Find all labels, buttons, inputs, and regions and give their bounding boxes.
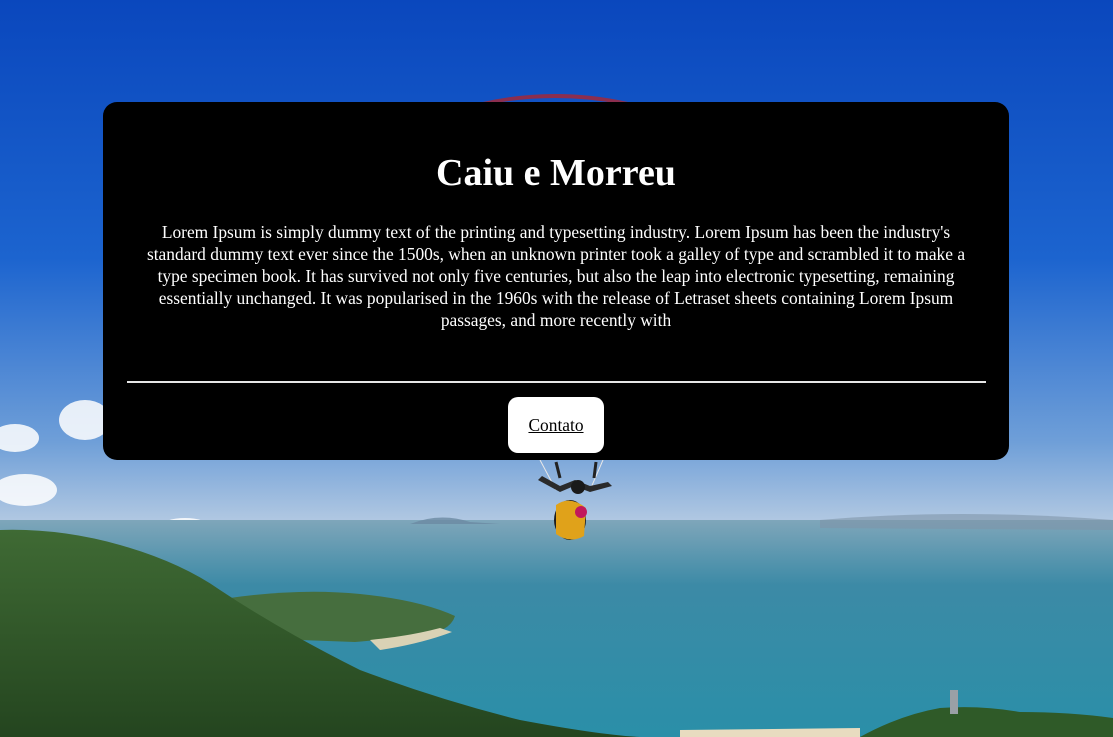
content-card: Caiu e Morreu Lorem Ipsum is simply dumm… — [103, 102, 1009, 460]
tower — [950, 690, 958, 714]
page-title: Caiu e Morreu — [436, 152, 676, 194]
contact-link[interactable]: Contato — [528, 415, 583, 436]
card-divider — [127, 381, 986, 383]
card-description: Lorem Ipsum is simply dummy text of the … — [146, 222, 966, 330]
contact-button[interactable]: Contato — [508, 397, 604, 453]
